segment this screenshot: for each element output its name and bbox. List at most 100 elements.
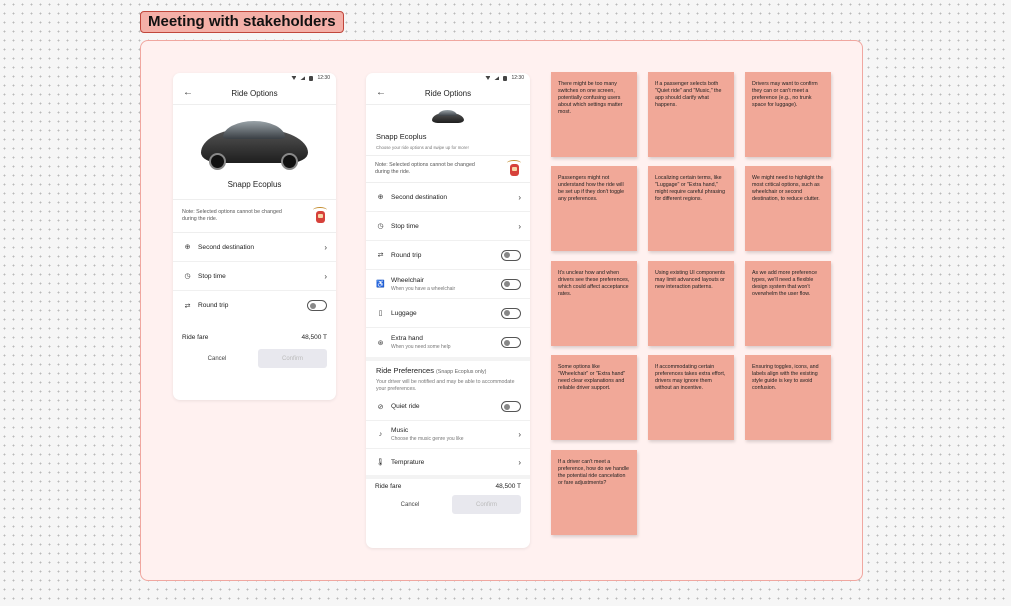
- section-title: Meeting with stakeholders: [140, 11, 344, 33]
- row-label: Stop time: [391, 222, 419, 230]
- info-note: Note: Selected options cannot be changed…: [173, 200, 336, 233]
- status-bar: 12:30: [173, 73, 336, 83]
- sticky-note: It's unclear how and when drivers see th…: [551, 261, 637, 346]
- top-bar: ← Ride Options: [366, 83, 530, 105]
- cancel-button[interactable]: Cancel: [375, 502, 445, 508]
- wifi-icon: [291, 76, 297, 80]
- quiet-ride-toggle[interactable]: [501, 401, 521, 412]
- extra-hand-icon: ⊛: [377, 339, 384, 347]
- action-bar: Cancel Confirm: [366, 495, 530, 514]
- fare-label: Ride fare: [375, 483, 402, 490]
- timer-icon: ◷: [184, 273, 191, 280]
- chevron-right-icon: ›: [518, 192, 521, 202]
- quiet-icon: ⊘: [377, 403, 384, 411]
- row-sub: When you need some help: [391, 344, 451, 350]
- row-wheelchair: ♿ Wheelchair When you have a wheelchair: [366, 270, 530, 299]
- sticky-note: Some options like "Wheelchair" or "Extra…: [551, 355, 637, 440]
- signal-icon: [300, 76, 306, 80]
- ride-fare: Ride fare 48,500 T: [173, 334, 336, 349]
- row-label: Stop time: [198, 272, 226, 280]
- preferences-heading: Ride Preferences: [376, 366, 434, 375]
- thermometer-icon: 🌡: [376, 459, 385, 466]
- driver-robot-icon: [313, 207, 327, 225]
- fare-label: Ride fare: [182, 334, 209, 341]
- row-second-destination[interactable]: ⊕ Second destination ›: [366, 183, 530, 212]
- row-luggage: ▯ Luggage: [366, 299, 530, 328]
- row-second-destination[interactable]: ⊕ Second destination ›: [173, 233, 336, 262]
- signal-icon: [494, 76, 500, 80]
- car-subtitle: Choose your ride options and swipe up fo…: [366, 145, 530, 156]
- status-time: 12:30: [317, 75, 330, 81]
- battery-icon: [309, 75, 314, 81]
- confirm-button[interactable]: Confirm: [258, 349, 327, 368]
- luggage-toggle[interactable]: [501, 307, 521, 319]
- sticky-note: Using existing UI components may limit a…: [648, 261, 734, 346]
- music-icon: ♪: [378, 431, 383, 438]
- preferences-note: (Snapp Ecoplus only): [436, 369, 487, 375]
- ride-fare: Ride fare 48,500 T: [366, 479, 530, 494]
- sticky-note: If accommodating certain preferences tak…: [648, 355, 734, 440]
- round-trip-icon: ⇄: [377, 252, 384, 259]
- row-stop-time[interactable]: ◷ Stop time ›: [173, 262, 336, 291]
- row-label: Quiet ride: [391, 403, 420, 410]
- sticky-note: Ensuring toggles, icons, and labels alig…: [745, 355, 831, 440]
- row-label: Second destination: [198, 243, 255, 251]
- chevron-right-icon: ›: [518, 457, 521, 467]
- row-label: Wheelchair: [391, 276, 424, 284]
- sticky-note: There might be too many switches on one …: [551, 72, 637, 157]
- back-arrow-icon[interactable]: ←: [183, 87, 193, 98]
- status-time: 12:30: [511, 75, 524, 81]
- row-label: Extra hand: [391, 335, 423, 342]
- row-sub: Choose the music genre you like: [391, 436, 464, 442]
- info-note: Note: Selected options cannot be changed…: [366, 156, 530, 183]
- row-round-trip: ⇄ Round trip: [173, 291, 336, 320]
- wheelchair-toggle[interactable]: [501, 278, 521, 290]
- sticky-note: Passengers might not understand how the …: [551, 166, 637, 251]
- status-bar: 12:30: [366, 73, 530, 83]
- wheelchair-icon: ♿: [376, 281, 385, 288]
- plus-location-icon: ⊕: [184, 244, 191, 251]
- sticky-note: If a passenger selects both "Quiet ride"…: [648, 72, 734, 157]
- confirm-button[interactable]: Confirm: [452, 495, 521, 514]
- note-text: Note: Selected options cannot be changed…: [182, 209, 282, 222]
- sticky-note: As we add more preference types, we'll n…: [745, 261, 831, 346]
- row-label: Round trip: [391, 251, 422, 259]
- wifi-icon: [485, 76, 491, 80]
- row-label: Round trip: [198, 302, 229, 309]
- sticky-note: If a driver can't meet a preference, how…: [551, 450, 637, 535]
- back-arrow-icon[interactable]: ←: [376, 87, 386, 98]
- row-label: Temprature: [391, 458, 425, 466]
- preferences-description: Your driver will be notified and may be …: [376, 379, 515, 392]
- cancel-button[interactable]: Cancel: [182, 356, 252, 362]
- preferences-title: Ride Preferences (Snapp Ecoplus only): [366, 366, 530, 375]
- page-title: Ride Options: [231, 89, 278, 98]
- phone-mockup-extended: 12:30 ← Ride Options Snapp Ecoplus Choos…: [366, 73, 530, 548]
- fare-value: 48,500 T: [301, 334, 327, 341]
- round-trip-toggle[interactable]: [501, 249, 521, 261]
- car-image: [366, 105, 530, 129]
- phone-mockup-basic: 12:30 ← Ride Options Snapp Ecoplus Note:…: [173, 73, 336, 400]
- row-label: Second destination: [391, 193, 448, 201]
- sticky-note: Localizing certain terms, like "Luggage"…: [648, 166, 734, 251]
- chevron-right-icon: ›: [324, 242, 327, 252]
- row-quiet-ride: ⊘ Quiet ride: [366, 393, 530, 421]
- row-label: Luggage: [391, 309, 417, 317]
- page-title: Ride Options: [424, 89, 472, 98]
- round-trip-toggle[interactable]: [307, 300, 327, 311]
- extra-hand-toggle[interactable]: [501, 337, 521, 348]
- round-trip-icon: ⇄: [184, 302, 191, 310]
- row-music[interactable]: ♪ Music Choose the music genre you like ›: [366, 421, 530, 449]
- chevron-right-icon: ›: [324, 271, 327, 281]
- sticky-note: Drivers may want to confirm they can or …: [745, 72, 831, 157]
- row-temperature[interactable]: 🌡 Temprature ›: [366, 449, 530, 475]
- car-image: [173, 105, 336, 179]
- note-text: Note: Selected options cannot be changed…: [375, 162, 475, 175]
- fare-value: 48,500 T: [495, 483, 521, 490]
- top-bar: ← Ride Options: [173, 83, 336, 105]
- timer-icon: ◷: [377, 223, 384, 230]
- sticky-note: We might need to highlight the most crit…: [745, 166, 831, 251]
- row-stop-time[interactable]: ◷ Stop time ›: [366, 212, 530, 241]
- car-name: Snapp Ecoplus: [376, 132, 427, 141]
- row-extra-hand: ⊛ Extra hand When you need some help: [366, 328, 530, 357]
- battery-icon: [503, 75, 508, 81]
